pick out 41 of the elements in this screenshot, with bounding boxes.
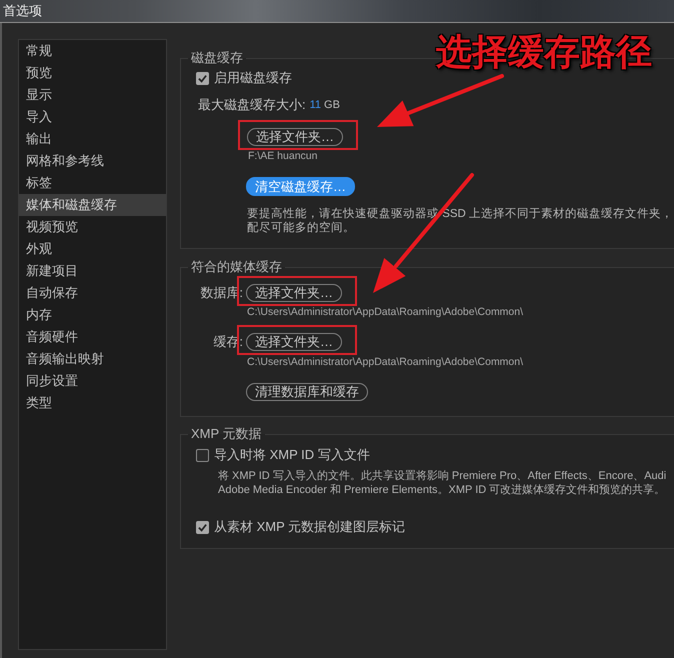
checkbox-label: 导入时将 XMP ID 写入文件 (214, 446, 370, 464)
sidebar-item[interactable]: 输出 (19, 128, 166, 150)
group-heading: 符合的媒体缓存 (190, 259, 283, 275)
select-folder-button[interactable]: 选择文件夹… (246, 333, 342, 351)
sidebar-item[interactable]: 常规 (19, 40, 166, 62)
sidebar-item[interactable]: 新建项目 (19, 260, 166, 282)
sidebar-item[interactable]: 音频输出映射 (19, 348, 166, 370)
checkbox-label: 从素材 XMP 元数据创建图层标记 (214, 518, 406, 536)
select-folder-button[interactable]: 选择文件夹… (246, 284, 342, 302)
checkbox[interactable] (196, 448, 209, 462)
sidebar-item[interactable]: 显示 (19, 84, 166, 106)
folder-path: C:\Users\Administrator\AppData\Roaming\Adobe\Common\ (246, 356, 524, 368)
sidebar-item[interactable]: 媒体和磁盘缓存 (19, 194, 166, 216)
sidebar-item[interactable]: 外观 (19, 238, 166, 260)
sidebar-item[interactable]: 自动保存 (19, 282, 166, 304)
sidebar-item[interactable]: 类型 (19, 392, 166, 414)
sidebar-item[interactable]: 网格和参考线 (19, 150, 166, 172)
sidebar-item[interactable]: 导入 (19, 106, 166, 128)
checkmark-icon (198, 522, 207, 532)
sidebar-item[interactable]: 内存 (19, 304, 166, 326)
checkbox[interactable] (196, 72, 209, 84)
window-title: 首选项 (3, 3, 42, 19)
checkbox-label: 启用磁盘缓存 (214, 69, 292, 87)
option-description: 将 XMP ID 写入导入的文件。此共享设置将影响 Premiere Pro、After Effects、Encore、Audi Adobe Media Encoder 和 Premiere Elements。XMP ID 可改进媒体缓存文件和预览的共享。 (217, 469, 668, 497)
sidebar-item[interactable]: 标签 (19, 172, 166, 194)
checkbox[interactable] (196, 520, 209, 534)
cache-size-value[interactable]: 11 (310, 99, 322, 111)
checkmark-icon (198, 74, 207, 82)
callout-text: 选择缓存路径 (436, 30, 652, 74)
unit-label: GB (324, 99, 340, 111)
group-heading: 磁盘缓存 (190, 50, 244, 66)
sidebar-item[interactable]: 视频预览 (19, 216, 166, 238)
clean-database-button[interactable]: 清理数据库和缓存 (246, 383, 368, 401)
folder-path: C:\Users\Administrator\AppData\Roaming\Adobe\Common\ (246, 306, 524, 318)
sidebar-item[interactable]: 同步设置 (19, 370, 166, 392)
field-label: 最大磁盘缓存大小: (198, 96, 306, 114)
folder-path: F:\AE huancun (247, 150, 318, 162)
sidebar-item[interactable]: 预览 (19, 62, 166, 84)
sidebar-item[interactable]: 音频硬件 (19, 326, 166, 348)
group-heading: XMP 元数据 (190, 426, 263, 442)
select-folder-button[interactable]: 选择文件夹… (247, 128, 343, 146)
